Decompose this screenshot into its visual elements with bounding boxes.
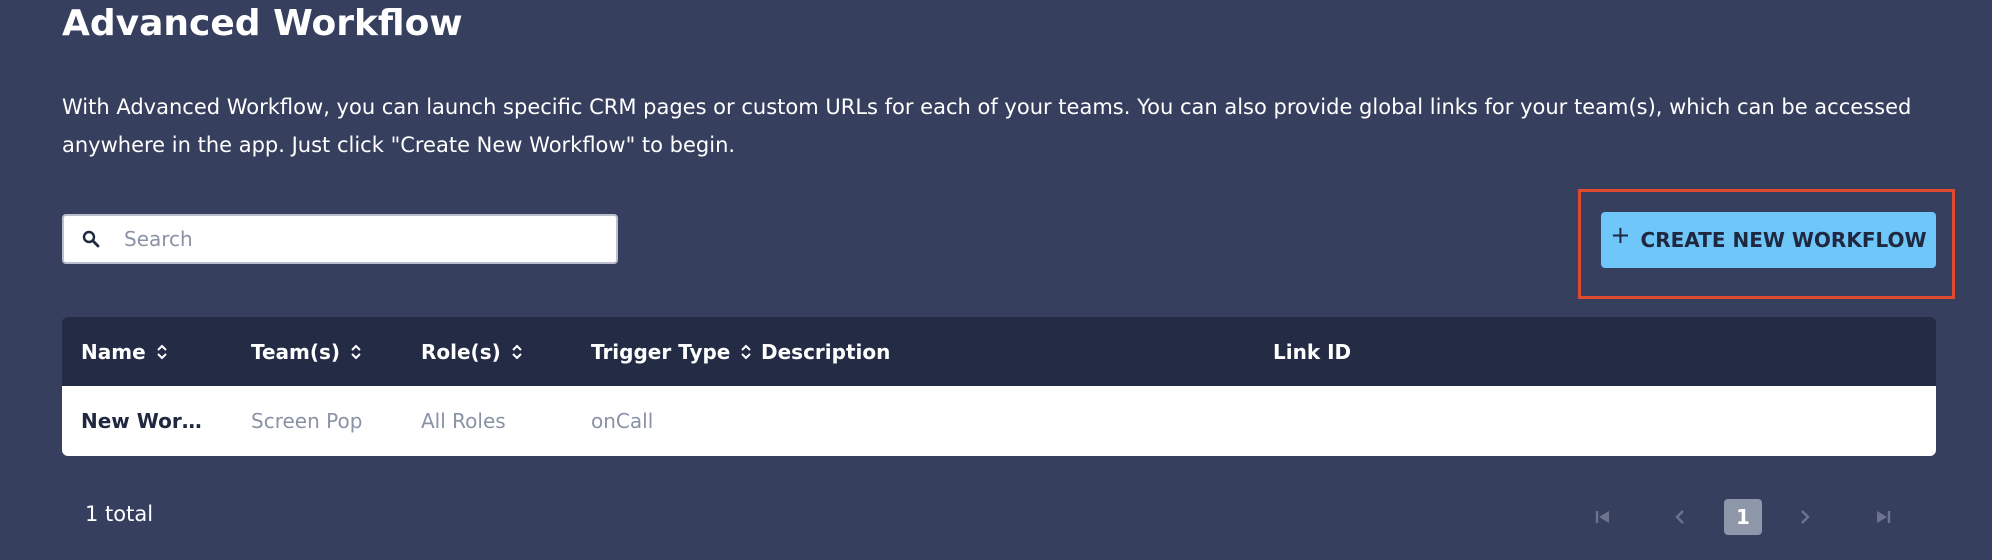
cell-name[interactable]: New Workflow (81, 386, 213, 456)
next-page-button[interactable] (1786, 499, 1824, 535)
column-header-teams[interactable]: Team(s) (251, 317, 362, 386)
first-page-button[interactable] (1584, 499, 1622, 535)
column-header-name[interactable]: Name (81, 317, 168, 386)
column-header-label: Trigger Type (591, 339, 731, 364)
last-page-button[interactable] (1864, 499, 1902, 535)
cell-trigger-type: onCall (591, 409, 654, 433)
create-new-workflow-button[interactable]: + CREATE NEW WORKFLOW (1601, 212, 1936, 268)
sort-icon[interactable] (511, 343, 523, 361)
sort-icon[interactable] (156, 343, 168, 361)
workflow-table: Name Team(s) Role(s) Trigger Type Descri… (62, 317, 1936, 456)
current-page-indicator[interactable]: 1 (1724, 499, 1762, 535)
column-header-label: Name (81, 339, 146, 364)
page-description: With Advanced Workflow, you can launch s… (62, 95, 1912, 157)
column-header-roles[interactable]: Role(s) (421, 317, 523, 386)
column-header-label: Role(s) (421, 339, 501, 364)
search-input[interactable] (124, 227, 584, 251)
sort-icon[interactable] (740, 343, 752, 361)
column-header-description: Description (761, 317, 890, 386)
first-page-icon (1595, 511, 1609, 523)
search-box[interactable] (62, 214, 618, 264)
total-count: 1 total (85, 502, 154, 526)
column-header-label: Link ID (1273, 339, 1352, 364)
advanced-workflow-page: Advanced Workflow With Advanced Workflow… (0, 0, 1992, 560)
search-icon (82, 230, 122, 248)
column-header-label: Team(s) (251, 339, 341, 364)
chevron-left-icon (1675, 510, 1684, 524)
table-header: Name Team(s) Role(s) Trigger Type Descri… (62, 317, 1936, 386)
column-header-trigger-type[interactable]: Trigger Type (591, 317, 752, 386)
column-header-link-id: Link ID (1273, 317, 1351, 386)
plus-icon: + (1610, 221, 1631, 249)
last-page-icon (1877, 511, 1891, 523)
sort-icon[interactable] (350, 343, 362, 361)
previous-page-button[interactable] (1661, 499, 1699, 535)
column-header-label: Description (761, 339, 891, 364)
page-title: Advanced Workflow (62, 3, 463, 44)
create-new-workflow-label: CREATE NEW WORKFLOW (1640, 228, 1927, 252)
cell-roles: All Roles (421, 409, 506, 433)
table-row[interactable]: New Workflow Screen Pop All Roles onCall (62, 386, 1936, 456)
chevron-right-icon (1801, 510, 1810, 524)
cell-teams: Screen Pop (251, 409, 363, 433)
